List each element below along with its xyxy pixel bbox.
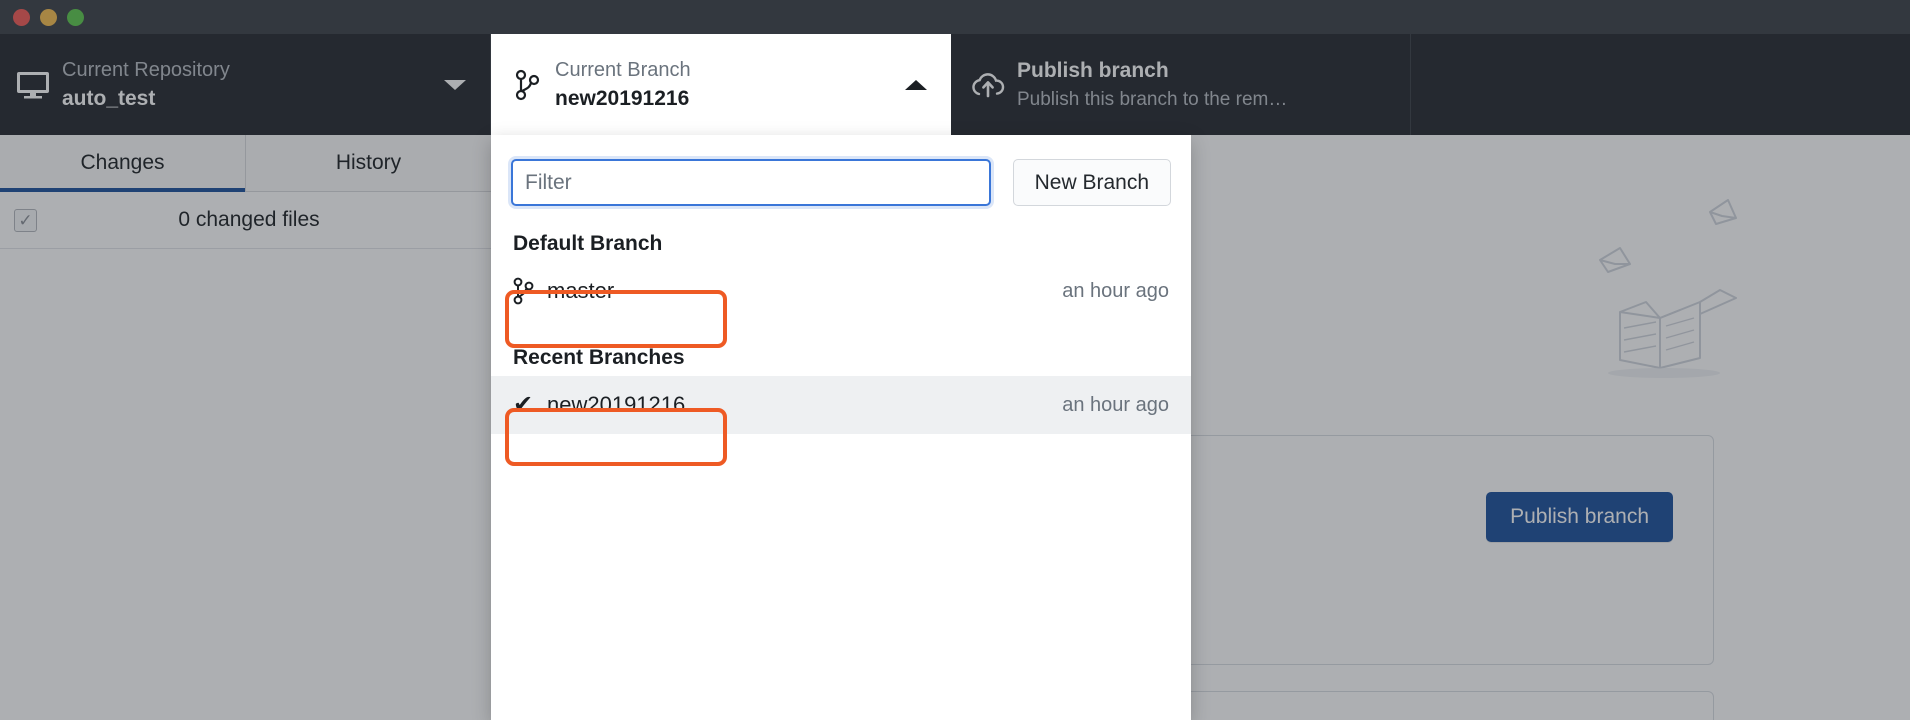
chevron-up-icon <box>905 79 927 90</box>
branch-filter-row: New Branch <box>491 135 1191 206</box>
app-window: Current Repository auto_test Publish bra… <box>0 0 1910 720</box>
branch-name-master: master <box>547 278 615 303</box>
branch-filter-input[interactable] <box>511 159 991 206</box>
check-glyph: ✔ <box>513 391 534 418</box>
current-branch-value: new20191216 <box>555 86 690 110</box>
current-branch-button[interactable]: Current Branch new20191216 <box>491 34 951 135</box>
branch-popover: New Branch Default Branch master an hour… <box>491 135 1191 720</box>
group-header-recent-branches: Recent Branches <box>513 346 685 369</box>
check-icon: ✔ <box>513 393 547 417</box>
group-header-default-branch: Default Branch <box>513 232 663 255</box>
new-branch-button[interactable]: New Branch <box>1012 159 1171 206</box>
git-branch-icon <box>513 277 547 305</box>
branch-list-item-new20191216[interactable]: ✔ new20191216 an hour ago <box>491 376 1191 434</box>
git-branch-icon <box>505 69 551 101</box>
branch-time-new20191216: an hour ago <box>1062 393 1169 416</box>
current-branch-label: Current Branch <box>555 58 691 81</box>
branch-list-item-master[interactable]: master an hour ago <box>491 262 1191 320</box>
branch-name-new20191216: new20191216 <box>547 392 686 417</box>
branch-time-master: an hour ago <box>1062 279 1169 302</box>
